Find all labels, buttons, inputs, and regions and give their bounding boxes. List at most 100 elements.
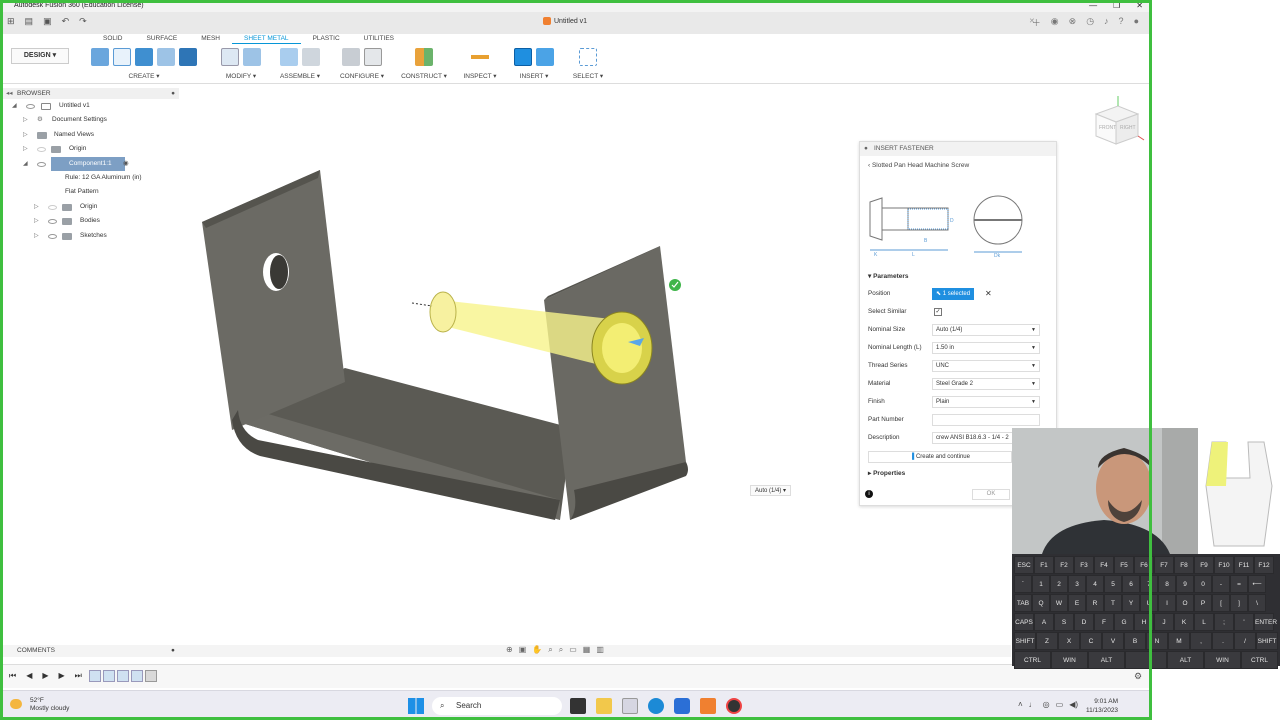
- fusion360-icon[interactable]: [700, 698, 716, 714]
- key[interactable]: [1125, 651, 1167, 669]
- tab-solid[interactable]: SOLID: [91, 35, 135, 44]
- key[interactable]: O: [1176, 594, 1194, 612]
- key[interactable]: P: [1194, 594, 1212, 612]
- flange-icon[interactable]: [135, 48, 153, 66]
- key[interactable]: F6: [1134, 556, 1154, 574]
- key[interactable]: 1: [1032, 575, 1050, 593]
- key[interactable]: 2: [1050, 575, 1068, 593]
- key[interactable]: R: [1086, 594, 1104, 612]
- key[interactable]: D: [1074, 613, 1094, 631]
- eye-icon[interactable]: [48, 219, 57, 225]
- fastener-breadcrumb[interactable]: ‹ Slotted Pan Head Machine Screw: [860, 156, 1056, 175]
- pin-icon[interactable]: ●: [171, 88, 175, 99]
- snipping-tool-icon[interactable]: [622, 698, 638, 714]
- create-and-continue-button[interactable]: ▐ Create and continue: [868, 451, 1012, 463]
- first-icon[interactable]: ⏮: [9, 671, 16, 681]
- key[interactable]: S: [1054, 613, 1074, 631]
- key[interactable]: V: [1102, 632, 1124, 650]
- key[interactable]: ': [1234, 613, 1254, 631]
- tree-item-document-settings[interactable]: ▷ ⚙ Document Settings: [3, 113, 179, 127]
- key[interactable]: F3: [1074, 556, 1094, 574]
- location-icon[interactable]: ◎: [1043, 700, 1050, 709]
- properties-section[interactable]: ▸ Properties: [868, 469, 905, 477]
- key[interactable]: 8: [1158, 575, 1176, 593]
- avatar[interactable]: ●: [1134, 16, 1139, 29]
- key[interactable]: /: [1234, 632, 1256, 650]
- select-similar-checkbox[interactable]: ✓: [934, 308, 942, 316]
- key[interactable]: WIN: [1204, 651, 1241, 669]
- insert-mcmaster-icon[interactable]: [514, 48, 532, 66]
- tab-mesh[interactable]: MESH: [189, 35, 232, 44]
- key[interactable]: F: [1094, 613, 1114, 631]
- unfold-icon[interactable]: [157, 48, 175, 66]
- key[interactable]: W: [1050, 594, 1068, 612]
- insert-menu[interactable]: INSERT ▾: [508, 72, 560, 80]
- key[interactable]: 6: [1122, 575, 1140, 593]
- key[interactable]: F9: [1194, 556, 1214, 574]
- grid-icon[interactable]: ⊞: [7, 16, 15, 27]
- key[interactable]: F4: [1094, 556, 1114, 574]
- help-icon[interactable]: ?: [1119, 16, 1124, 29]
- configure-menu[interactable]: CONFIGURE ▾: [335, 72, 389, 80]
- configure-icon[interactable]: [342, 48, 360, 66]
- comments-pin-icon[interactable]: ●: [171, 645, 175, 657]
- create-menu[interactable]: CREATE ▾: [81, 72, 207, 80]
- key[interactable]: X: [1058, 632, 1080, 650]
- ok-button[interactable]: OK: [972, 489, 1010, 500]
- timeline-feature-flange-icon[interactable]: [103, 670, 115, 682]
- network-icon[interactable]: ▭: [1056, 700, 1064, 709]
- key[interactable]: Y: [1122, 594, 1140, 612]
- task-view-icon[interactable]: [570, 698, 586, 714]
- key[interactable]: G: [1114, 613, 1134, 631]
- key[interactable]: 3: [1068, 575, 1086, 593]
- key[interactable]: 5: [1104, 575, 1122, 593]
- key[interactable]: Q: [1032, 594, 1050, 612]
- key[interactable]: B: [1124, 632, 1146, 650]
- zoom-app-icon[interactable]: [674, 698, 690, 714]
- select-menu[interactable]: SELECT ▾: [568, 72, 608, 80]
- parameters-section[interactable]: ▾ Parameters: [868, 272, 909, 280]
- collapse-icon[interactable]: ◂◂: [6, 88, 13, 99]
- box-icon[interactable]: [179, 48, 197, 66]
- nominal-size-select[interactable]: Auto (1/4) ▼: [932, 324, 1040, 336]
- position-selected-button[interactable]: ⬉ 1 selected: [932, 288, 975, 300]
- weather-widget[interactable]: 52°F Mostly cloudy: [10, 697, 69, 713]
- assemble-menu[interactable]: ASSEMBLE ▾: [275, 72, 325, 80]
- key[interactable]: I: [1158, 594, 1176, 612]
- settings-gear-icon[interactable]: ⚙: [1134, 671, 1142, 682]
- eye-icon[interactable]: [37, 161, 46, 167]
- material-select[interactable]: Steel Grade 2 ▼: [932, 378, 1040, 390]
- key[interactable]: F5: [1114, 556, 1134, 574]
- sketch-icon[interactable]: [113, 48, 131, 66]
- tree-item-origin[interactable]: ▷ Origin: [3, 142, 179, 156]
- previous-icon[interactable]: ◀: [26, 671, 32, 681]
- key[interactable]: ESC: [1014, 556, 1034, 574]
- edge-icon[interactable]: [648, 698, 664, 714]
- timeline-feature-flange-icon[interactable]: [117, 670, 129, 682]
- key[interactable]: T: [1104, 594, 1122, 612]
- eye-icon[interactable]: [48, 233, 57, 239]
- key[interactable]: .: [1212, 632, 1234, 650]
- redo-icon[interactable]: ↷: [79, 16, 87, 27]
- key[interactable]: CTRL: [1241, 651, 1278, 669]
- key[interactable]: E: [1068, 594, 1086, 612]
- timeline-feature-hole-icon[interactable]: [131, 670, 143, 682]
- key[interactable]: WIN: [1051, 651, 1088, 669]
- extensions-icon[interactable]: ⊗: [1069, 16, 1077, 29]
- viewport-canvas[interactable]: [180, 88, 860, 648]
- key[interactable]: ALT: [1167, 651, 1204, 669]
- look-at-icon[interactable]: ▣: [519, 645, 527, 655]
- key[interactable]: H: [1134, 613, 1154, 631]
- key[interactable]: L: [1194, 613, 1214, 631]
- construct-menu[interactable]: CONSTRUCT ▾: [397, 72, 451, 80]
- tree-item-root[interactable]: ◢ Untitled v1: [3, 99, 179, 113]
- measure-icon[interactable]: [471, 48, 489, 66]
- clock-icon[interactable]: ◷: [1086, 16, 1094, 29]
- pan-icon[interactable]: ✋: [532, 645, 542, 655]
- collapse-triangle-icon[interactable]: ◢: [12, 99, 17, 113]
- key[interactable]: TAB: [1014, 594, 1032, 612]
- key[interactable]: 0: [1194, 575, 1212, 593]
- bracket-left-wall[interactable]: [202, 170, 345, 430]
- key[interactable]: 7: [1140, 575, 1158, 593]
- fillet-icon[interactable]: [243, 48, 261, 66]
